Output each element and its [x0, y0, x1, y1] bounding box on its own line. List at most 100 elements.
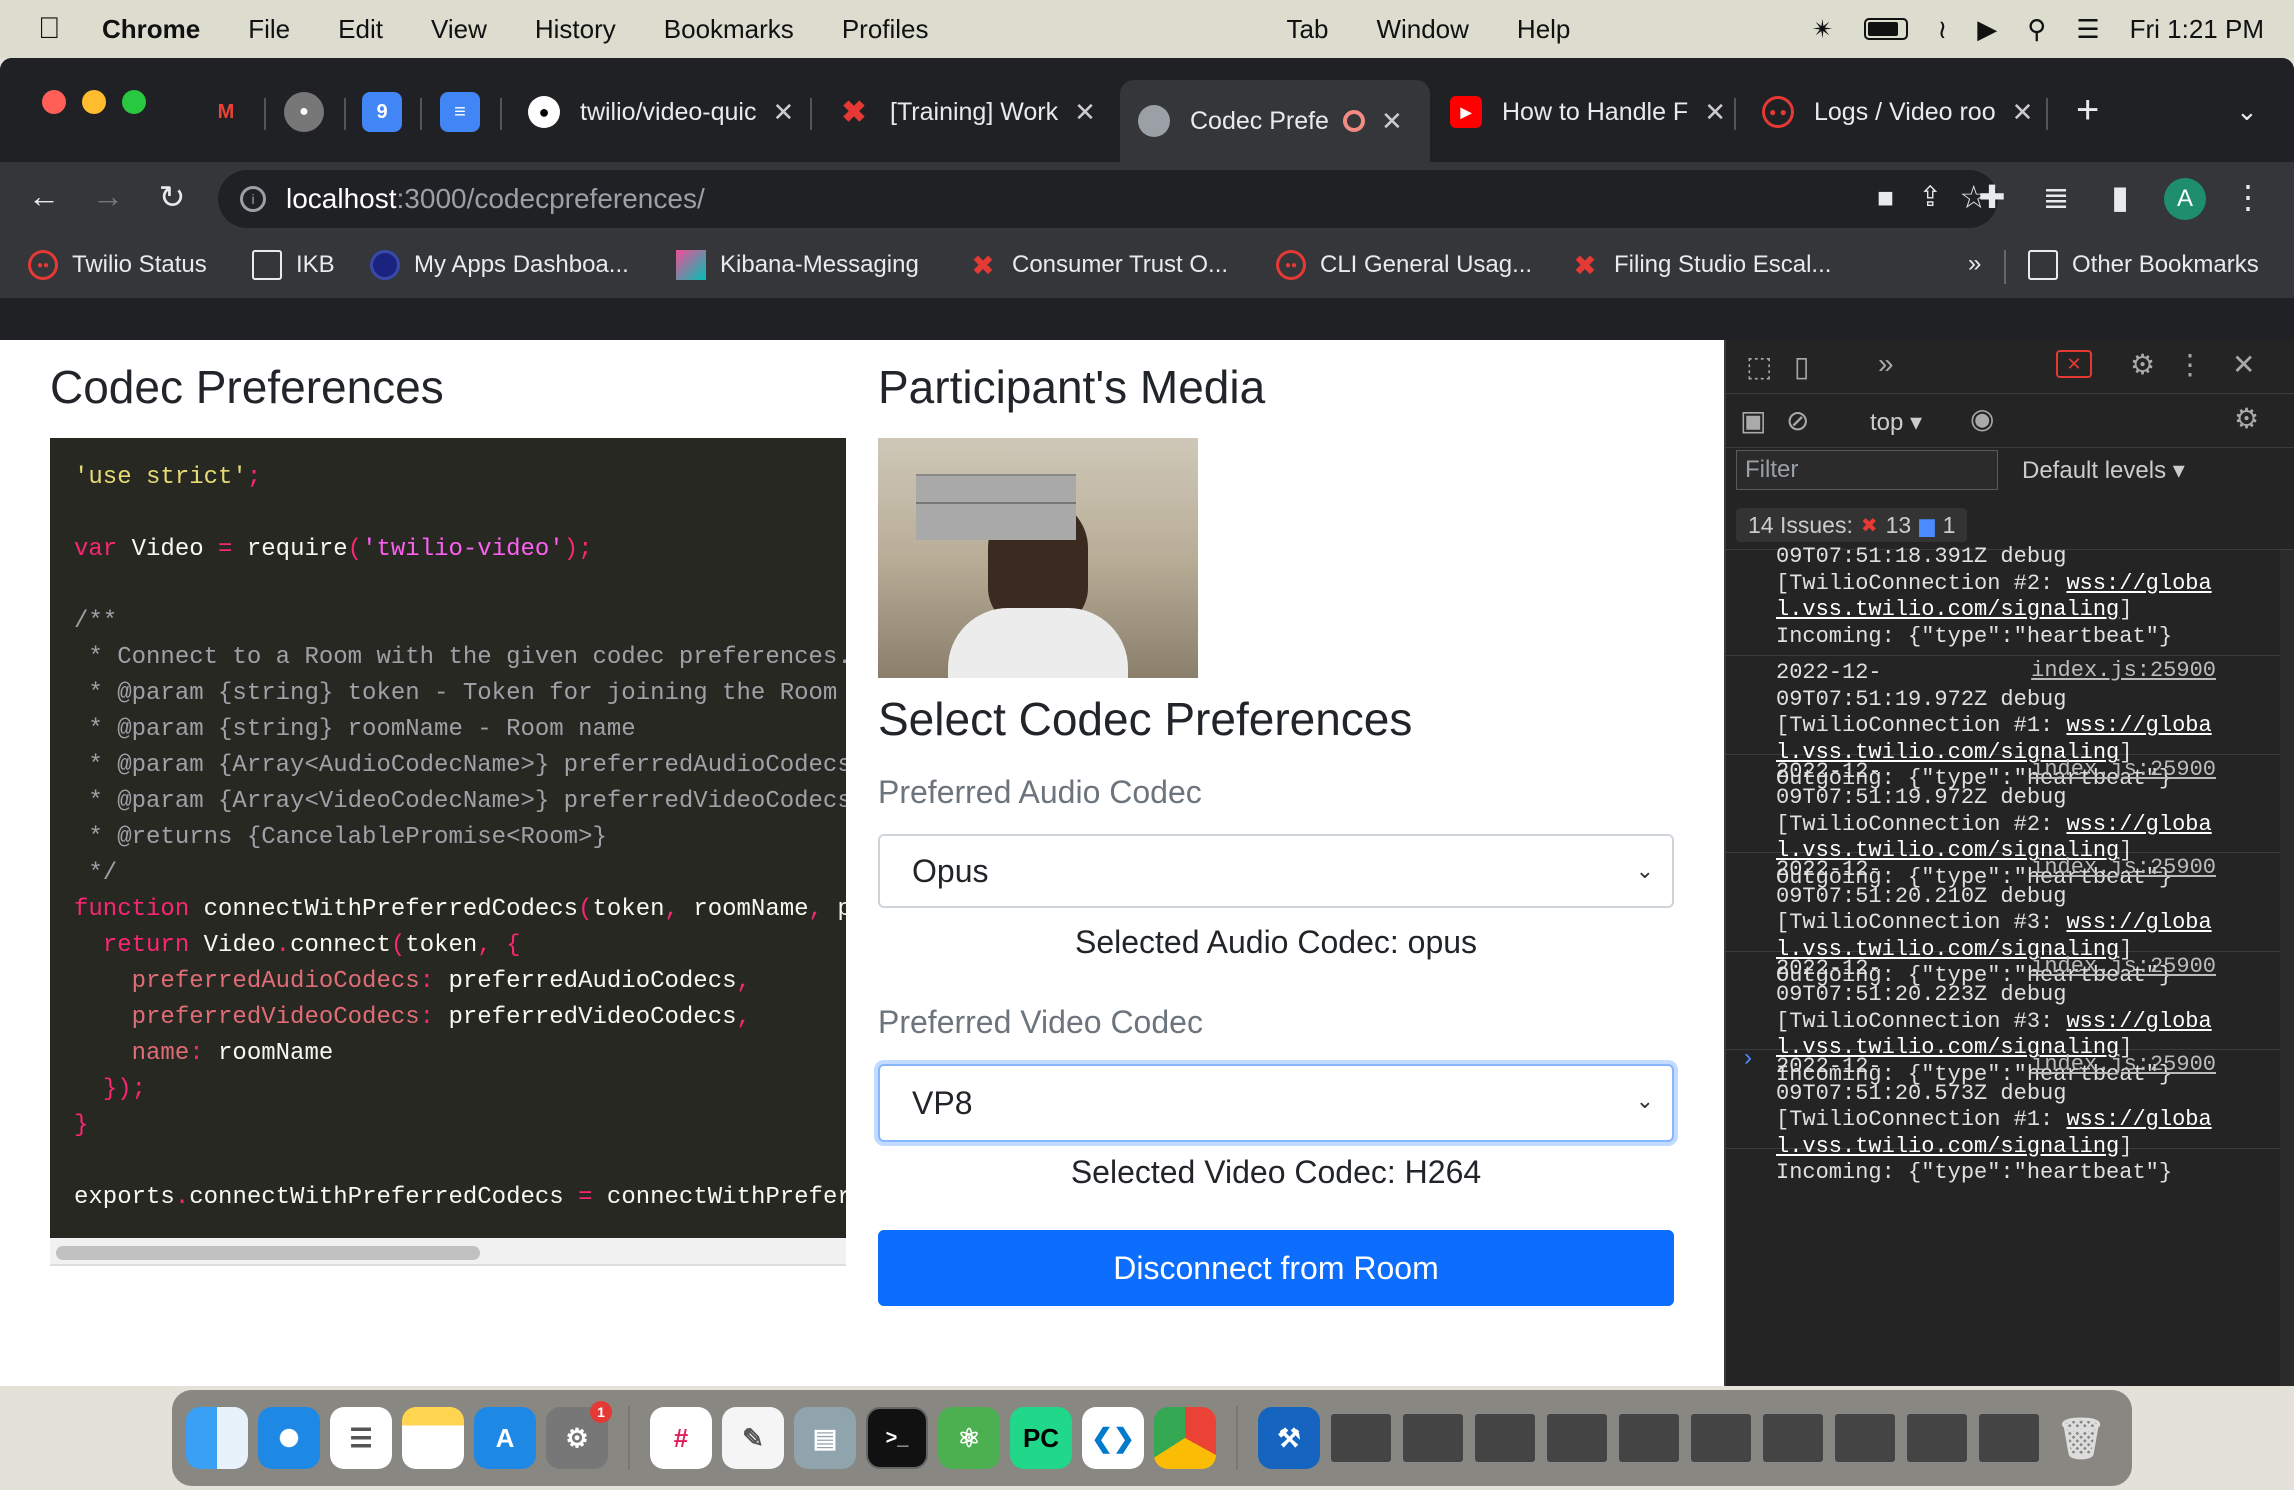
- menubar-clock[interactable]: Fri 1:21 PM: [2130, 14, 2264, 45]
- menu-profiles[interactable]: Profiles: [842, 14, 929, 45]
- media-queue-icon[interactable]: ≣: [2036, 178, 2076, 216]
- notes-icon[interactable]: [402, 1407, 464, 1469]
- log-link[interactable]: wss://globa: [2066, 910, 2211, 935]
- bookmark-cli-general[interactable]: ●● CLI General Usag...: [1276, 250, 1532, 280]
- close-tab-icon[interactable]: ✕: [1381, 106, 1403, 137]
- reload-icon[interactable]: ↻: [152, 178, 192, 216]
- close-window-button[interactable]: [42, 90, 66, 114]
- tab-github[interactable]: ● twilio/video-quic ✕: [510, 80, 810, 144]
- devtools-scrollbar[interactable]: [2280, 550, 2294, 1386]
- issues-button[interactable]: 14 Issues: ✖ 13 ▆ 1: [1736, 508, 1968, 542]
- clear-console-icon[interactable]: ⊘: [1786, 404, 1809, 437]
- log-link[interactable]: wss://globa: [2066, 1009, 2211, 1034]
- safari-icon[interactable]: [258, 1407, 320, 1469]
- bookmark-my-apps[interactable]: My Apps Dashboa...: [370, 250, 629, 280]
- play-icon[interactable]: ▶: [1977, 14, 1997, 45]
- address-bar[interactable]: i localhost:3000/codecpreferences/ ■ ⇪ ☆: [218, 170, 1998, 228]
- close-tab-icon[interactable]: ✕: [1074, 97, 1096, 128]
- bookmark-twilio-status[interactable]: ●● Twilio Status: [28, 250, 207, 280]
- menu-help[interactable]: Help: [1517, 14, 1570, 45]
- minimized-window-thumbnail[interactable]: [1762, 1413, 1824, 1463]
- close-devtools-icon[interactable]: ✕: [2232, 348, 2255, 381]
- devtools-menu-icon[interactable]: ⋮: [2176, 348, 2204, 381]
- log-link[interactable]: wss://globa: [2066, 1107, 2211, 1132]
- wifi-icon[interactable]: ≀: [1938, 14, 1948, 45]
- log-link[interactable]: l.vss.twilio.com/signaling: [1776, 597, 2119, 622]
- minimized-window-thumbnail[interactable]: [1546, 1413, 1608, 1463]
- profile-avatar[interactable]: A: [2164, 178, 2206, 220]
- log-source-link[interactable]: index.js:25900: [2031, 1052, 2216, 1079]
- slack-icon[interactable]: #: [650, 1407, 712, 1469]
- log-source-link[interactable]: index.js:25900: [2031, 757, 2216, 784]
- settings-gear-icon[interactable]: ⚙: [2130, 348, 2155, 381]
- docs-pinned-tab-icon[interactable]: ≡: [440, 92, 480, 132]
- textedit-icon[interactable]: ✎: [722, 1407, 784, 1469]
- tab-search-chevron-icon[interactable]: ⌄: [2236, 96, 2258, 127]
- bookmark-kibana[interactable]: Kibana-Messaging: [676, 250, 919, 280]
- calendar-pinned-tab-icon[interactable]: 9: [362, 92, 402, 132]
- maximize-window-button[interactable]: [122, 90, 146, 114]
- minimized-window-thumbnail[interactable]: [1474, 1413, 1536, 1463]
- xcode-icon[interactable]: ⚒: [1258, 1407, 1320, 1469]
- log-source-link[interactable]: index.js:25900: [2031, 855, 2216, 882]
- camera-in-use-icon[interactable]: ■: [1877, 182, 1894, 214]
- new-tab-icon[interactable]: +: [2076, 88, 2099, 133]
- console-prompt-icon[interactable]: ›: [1744, 1044, 1752, 1072]
- console-filter-input[interactable]: Filter: [1736, 450, 1998, 490]
- disconnect-button[interactable]: Disconnect from Room: [878, 1230, 1674, 1306]
- bookmark-consumer-trust[interactable]: ✖ Consumer Trust O...: [968, 250, 1228, 281]
- bookmark-filing-studio[interactable]: ✖ Filing Studio Escal...: [1570, 250, 1831, 281]
- bookmark-ikb[interactable]: IKB: [252, 250, 335, 280]
- minimized-window-thumbnail[interactable]: [1330, 1413, 1392, 1463]
- tab-training[interactable]: ✖ [Training] Work ✕: [820, 80, 1120, 144]
- log-link[interactable]: wss://globa: [2066, 713, 2211, 738]
- app-store-icon[interactable]: A: [474, 1407, 536, 1469]
- log-link[interactable]: wss://globa: [2066, 571, 2211, 596]
- minimized-window-thumbnail[interactable]: [1618, 1413, 1680, 1463]
- extensions-icon[interactable]: ✚: [1972, 178, 2012, 216]
- menu-window[interactable]: Window: [1376, 14, 1468, 45]
- trash-icon[interactable]: 🗑: [2050, 1407, 2112, 1469]
- error-counter-icon[interactable]: ✕: [2056, 350, 2092, 378]
- close-tab-icon[interactable]: ✕: [2012, 97, 2034, 128]
- battery-icon[interactable]: [1863, 18, 1908, 40]
- menu-file[interactable]: File: [248, 14, 290, 45]
- spotlight-search-icon[interactable]: ⚲: [2027, 14, 2046, 45]
- gmail-pinned-tab-icon[interactable]: M: [206, 92, 246, 132]
- apple-logo-icon[interactable]: : [38, 12, 68, 46]
- context-selector[interactable]: top ▾: [1870, 408, 1922, 437]
- video-codec-select[interactable]: VP8 ⌄: [878, 1064, 1674, 1142]
- minimized-window-thumbnail[interactable]: [1978, 1413, 2040, 1463]
- reminders-icon[interactable]: ☰: [330, 1407, 392, 1469]
- close-tab-icon[interactable]: ✕: [1704, 97, 1726, 128]
- site-info-icon[interactable]: i: [240, 186, 266, 212]
- side-panel-icon[interactable]: ▮: [2100, 178, 2140, 216]
- tab-youtube[interactable]: ▶ How to Handle F ✕: [1432, 80, 1732, 144]
- pycharm-icon[interactable]: PC: [1010, 1407, 1072, 1469]
- minimized-window-thumbnail[interactable]: [1690, 1413, 1752, 1463]
- scrollbar-thumb[interactable]: [56, 1246, 480, 1260]
- chrome-icon[interactable]: [1154, 1407, 1216, 1469]
- minimized-window-thumbnail[interactable]: [1402, 1413, 1464, 1463]
- menu-bookmarks[interactable]: Bookmarks: [664, 14, 794, 45]
- bluetooth-icon[interactable]: ✴: [1812, 14, 1834, 45]
- atom-icon[interactable]: ⚛: [938, 1407, 1000, 1469]
- menu-history[interactable]: History: [535, 14, 616, 45]
- preview-icon[interactable]: ▤: [794, 1407, 856, 1469]
- menu-tab[interactable]: Tab: [1287, 14, 1329, 45]
- bookmark-other[interactable]: Other Bookmarks: [2028, 250, 2259, 280]
- more-tabs-icon[interactable]: »: [1878, 348, 1894, 380]
- log-levels-dropdown[interactable]: Default levels ▾: [2022, 456, 2185, 485]
- log-link[interactable]: l.vss.twilio.com/signaling: [1776, 1134, 2119, 1159]
- vscode-icon[interactable]: ❮❯: [1082, 1407, 1144, 1469]
- chrome-menu-icon[interactable]: ⋮: [2228, 178, 2268, 216]
- forward-icon[interactable]: →: [88, 178, 128, 215]
- sidebar-toggle-icon[interactable]: ▣: [1740, 404, 1766, 437]
- bookmarks-overflow[interactable]: »: [1968, 250, 1981, 278]
- pinned-tab-icon[interactable]: ●: [284, 92, 324, 132]
- share-icon[interactable]: ⇪: [1919, 180, 1942, 213]
- minimized-window-thumbnail[interactable]: [1906, 1413, 1968, 1463]
- tab-logs[interactable]: ● ● Logs / Video roo ✕: [1744, 80, 2034, 144]
- system-preferences-icon[interactable]: ⚙ 1: [546, 1401, 612, 1469]
- log-source-link[interactable]: index.js:25900: [2031, 658, 2216, 685]
